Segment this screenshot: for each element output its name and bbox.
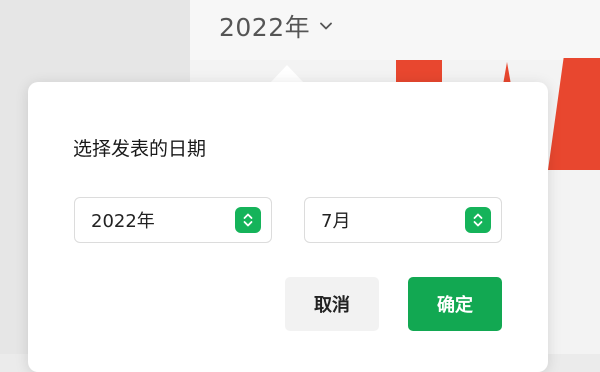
year-dropdown-label: 2022年	[219, 13, 311, 42]
cancel-button[interactable]: 取消	[285, 277, 379, 331]
popover-arrow	[270, 65, 304, 83]
popover-title: 选择发表的日期	[73, 138, 207, 160]
year-select[interactable]: 2022年	[74, 197, 272, 243]
stepper-updown-icon	[465, 207, 491, 233]
stepper-updown-icon	[235, 207, 261, 233]
month-select[interactable]: 7月	[304, 197, 502, 243]
date-picker-popover: 选择发表的日期 2022年 7月 取消 确定	[28, 82, 548, 372]
year-select-value: 2022年	[91, 211, 155, 232]
month-select-value: 7月	[321, 211, 351, 232]
year-dropdown[interactable]: 2022年	[219, 10, 333, 42]
chevron-down-icon	[320, 22, 333, 30]
confirm-button[interactable]: 确定	[408, 277, 502, 331]
